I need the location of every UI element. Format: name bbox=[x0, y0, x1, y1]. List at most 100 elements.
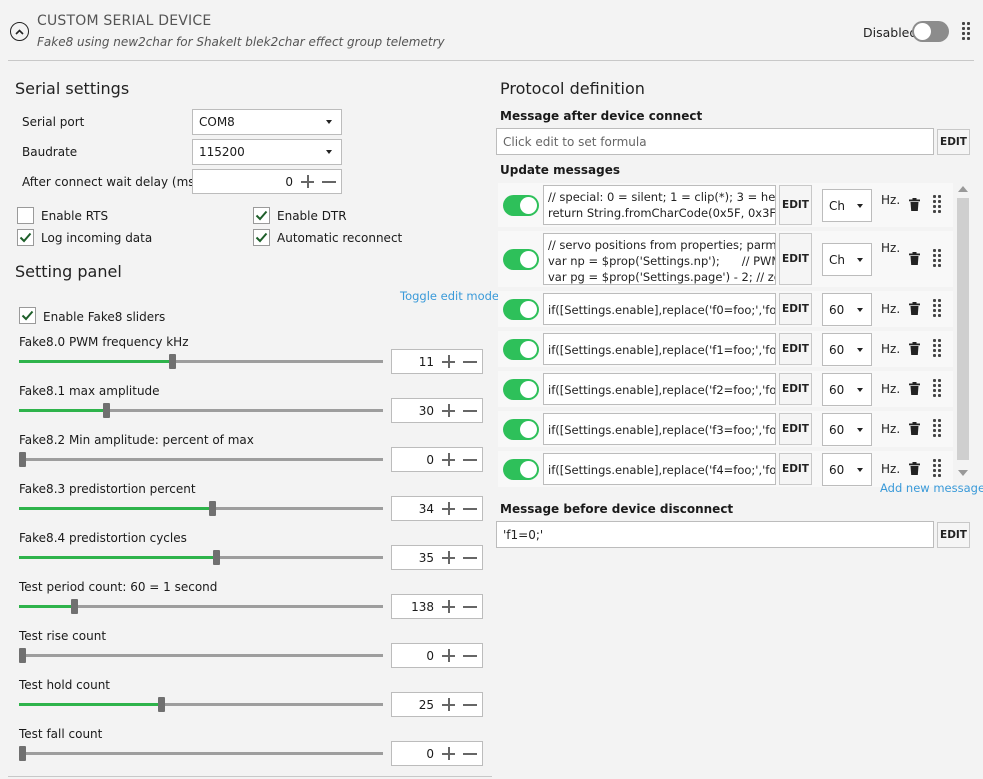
plus-icon[interactable] bbox=[301, 175, 314, 188]
plus-icon[interactable] bbox=[442, 453, 455, 466]
minus-icon[interactable] bbox=[463, 361, 477, 363]
message-enable-toggle[interactable] bbox=[503, 419, 539, 440]
message-rate-select[interactable]: 60 bbox=[822, 373, 872, 406]
slider-value-stepper[interactable]: 138 bbox=[391, 594, 483, 619]
plus-icon[interactable] bbox=[442, 551, 455, 564]
drag-handle-icon[interactable] bbox=[933, 299, 941, 319]
slider-value-stepper[interactable]: 25 bbox=[391, 692, 483, 717]
auto-reconnect-checkbox[interactable] bbox=[253, 229, 270, 246]
drag-handle-icon[interactable] bbox=[933, 459, 941, 479]
message-enable-toggle[interactable] bbox=[503, 249, 539, 270]
connect-formula-field[interactable]: Click edit to set formula bbox=[496, 128, 934, 155]
message-enable-toggle[interactable] bbox=[503, 379, 539, 400]
plus-icon[interactable] bbox=[442, 600, 455, 613]
drag-handle-icon[interactable] bbox=[933, 249, 941, 269]
minus-icon[interactable] bbox=[463, 655, 477, 657]
slider-value-stepper[interactable]: 0 bbox=[391, 741, 483, 766]
scroll-up-icon[interactable] bbox=[958, 186, 968, 192]
message-enable-toggle[interactable] bbox=[503, 339, 539, 360]
edit-connect-button[interactable]: EDIT bbox=[937, 129, 970, 155]
minus-icon[interactable] bbox=[322, 181, 336, 183]
slider-value-stepper[interactable]: 11 bbox=[391, 349, 483, 374]
slider-thumb[interactable] bbox=[70, 599, 78, 614]
wait-delay-stepper[interactable]: 0 bbox=[192, 169, 342, 194]
slider-track[interactable] bbox=[19, 697, 383, 712]
edit-message-button[interactable]: EDIT bbox=[779, 453, 812, 485]
enable-device-toggle[interactable] bbox=[912, 21, 949, 42]
collapse-button[interactable] bbox=[10, 22, 29, 41]
message-enable-toggle[interactable] bbox=[503, 459, 539, 480]
trash-icon[interactable] bbox=[909, 342, 920, 355]
plus-icon[interactable] bbox=[442, 404, 455, 417]
slider-track[interactable] bbox=[19, 746, 383, 761]
edit-message-button[interactable]: EDIT bbox=[779, 333, 812, 365]
drag-handle-icon[interactable] bbox=[933, 379, 941, 399]
slider-track[interactable] bbox=[19, 452, 383, 467]
message-formula-field[interactable]: if([Settings.enable],replace('f1=foo;','… bbox=[543, 333, 776, 365]
message-rate-select[interactable]: 60 bbox=[822, 413, 872, 446]
message-formula-field[interactable]: if([Settings.enable],replace('f2=foo;','… bbox=[543, 373, 776, 405]
trash-icon[interactable] bbox=[909, 252, 920, 265]
messages-scrollbar[interactable] bbox=[957, 198, 969, 460]
message-enable-toggle[interactable] bbox=[503, 299, 539, 320]
minus-icon[interactable] bbox=[463, 459, 477, 461]
toggle-edit-mode-link[interactable]: Toggle edit mode bbox=[400, 289, 499, 303]
baudrate-select[interactable]: 115200 bbox=[192, 139, 342, 165]
slider-track[interactable] bbox=[19, 648, 383, 663]
minus-icon[interactable] bbox=[463, 410, 477, 412]
disconnect-formula-field[interactable]: 'f1=0;' bbox=[496, 521, 934, 548]
slider-value-stepper[interactable]: 0 bbox=[391, 447, 483, 472]
slider-thumb[interactable] bbox=[168, 354, 176, 369]
slider-value-stepper[interactable]: 35 bbox=[391, 545, 483, 570]
add-new-message-link[interactable]: Add new message bbox=[880, 481, 983, 495]
trash-icon[interactable] bbox=[909, 422, 920, 435]
message-rate-select[interactable]: 60 bbox=[822, 453, 872, 486]
plus-icon[interactable] bbox=[442, 502, 455, 515]
slider-thumb[interactable] bbox=[19, 746, 26, 761]
minus-icon[interactable] bbox=[463, 508, 477, 510]
slider-track[interactable] bbox=[19, 550, 383, 565]
slider-thumb[interactable] bbox=[103, 403, 111, 418]
enable-dtr-checkbox[interactable] bbox=[253, 207, 270, 224]
edit-message-button[interactable]: EDIT bbox=[779, 185, 812, 225]
trash-icon[interactable] bbox=[909, 302, 920, 315]
slider-track[interactable] bbox=[19, 403, 383, 418]
message-formula-field[interactable]: if([Settings.enable],replace('f3=foo;','… bbox=[543, 413, 776, 445]
log-incoming-checkbox[interactable] bbox=[17, 229, 34, 246]
drag-handle-icon[interactable] bbox=[962, 22, 970, 42]
trash-icon[interactable] bbox=[909, 462, 920, 475]
slider-value-stepper[interactable]: 30 bbox=[391, 398, 483, 423]
message-rate-select[interactable]: Ch bbox=[822, 189, 872, 222]
drag-handle-icon[interactable] bbox=[933, 195, 941, 215]
plus-icon[interactable] bbox=[442, 698, 455, 711]
drag-handle-icon[interactable] bbox=[933, 419, 941, 439]
slider-thumb[interactable] bbox=[157, 697, 165, 712]
trash-icon[interactable] bbox=[909, 382, 920, 395]
serial-port-select[interactable]: COM8 bbox=[192, 109, 342, 135]
message-formula-field[interactable]: // servo positions from properties; parm… bbox=[543, 233, 776, 285]
minus-icon[interactable] bbox=[463, 557, 477, 559]
minus-icon[interactable] bbox=[463, 606, 477, 608]
drag-handle-icon[interactable] bbox=[933, 339, 941, 359]
plus-icon[interactable] bbox=[442, 355, 455, 368]
edit-message-button[interactable]: EDIT bbox=[779, 373, 812, 405]
slider-value-stepper[interactable]: 34 bbox=[391, 496, 483, 521]
edit-message-button[interactable]: EDIT bbox=[779, 233, 812, 285]
slider-thumb[interactable] bbox=[19, 648, 26, 663]
minus-icon[interactable] bbox=[463, 704, 477, 706]
edit-disconnect-button[interactable]: EDIT bbox=[937, 522, 970, 548]
edit-message-button[interactable]: EDIT bbox=[779, 293, 812, 325]
edit-message-button[interactable]: EDIT bbox=[779, 413, 812, 445]
slider-thumb[interactable] bbox=[208, 501, 216, 516]
message-formula-field[interactable]: if([Settings.enable],replace('f4=foo;','… bbox=[543, 453, 776, 485]
minus-icon[interactable] bbox=[463, 753, 477, 755]
message-enable-toggle[interactable] bbox=[503, 195, 539, 216]
slider-thumb[interactable] bbox=[212, 550, 220, 565]
enable-sliders-checkbox[interactable] bbox=[19, 307, 36, 324]
slider-track[interactable] bbox=[19, 354, 383, 369]
trash-icon[interactable] bbox=[909, 198, 920, 211]
message-formula-field[interactable]: // special: 0 = silent; 1 = clip(*); 3 =… bbox=[543, 185, 776, 225]
scroll-down-icon[interactable] bbox=[958, 470, 968, 476]
message-rate-select[interactable]: 60 bbox=[822, 293, 872, 326]
slider-value-stepper[interactable]: 0 bbox=[391, 643, 483, 668]
